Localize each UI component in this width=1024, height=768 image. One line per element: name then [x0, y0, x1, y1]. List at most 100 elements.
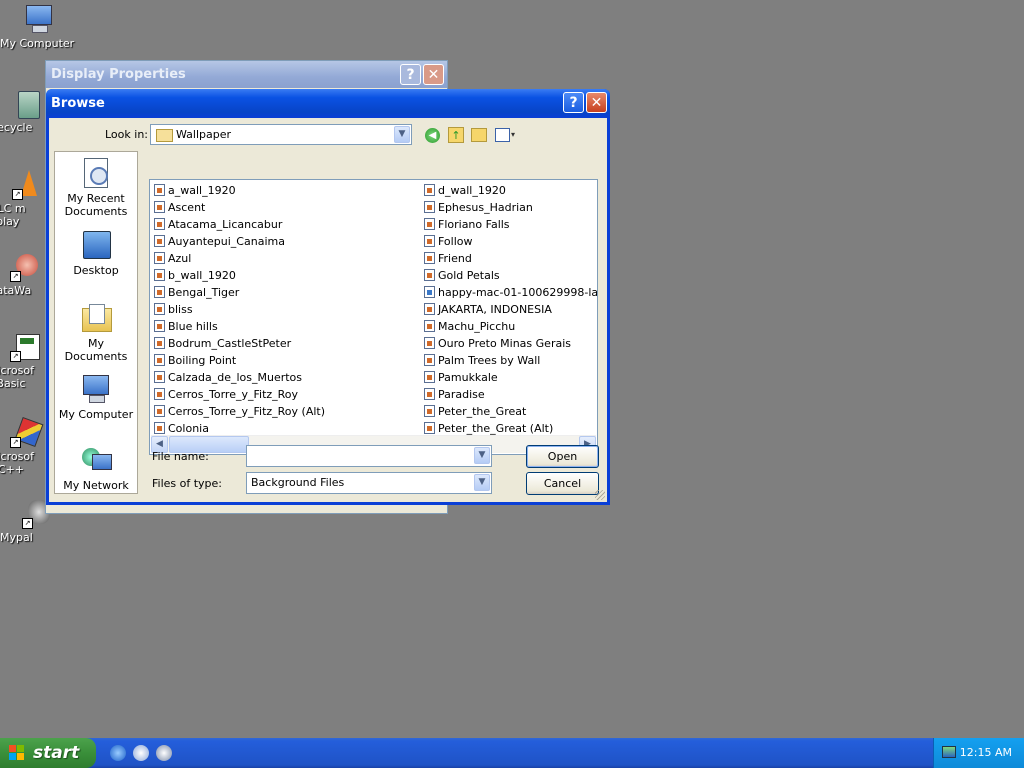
place-my-network[interactable]: My Network: [55, 444, 137, 492]
file-item[interactable]: Friend: [422, 250, 597, 267]
network-icon[interactable]: [942, 746, 956, 758]
browse-dialog: Browse ? ✕ Look in: Wallpaper ▼ ◀ ↑ ▾ My…: [46, 89, 610, 505]
vlc-cone-icon: ↗: [12, 168, 44, 200]
dialog-title: Browse: [51, 96, 105, 111]
image-file-icon: [424, 405, 435, 417]
open-button[interactable]: Open: [526, 445, 599, 468]
file-name-label: File name:: [152, 450, 209, 463]
file-item[interactable]: Bodrum_CastleStPeter: [152, 335, 422, 352]
file-item[interactable]: Cerros_Torre_y_Fitz_Roy (Alt): [152, 403, 422, 420]
my-documents-icon: [80, 302, 112, 334]
file-item[interactable]: Blue hills: [152, 318, 422, 335]
file-name: Friend: [438, 252, 472, 265]
file-item[interactable]: Cerros_Torre_y_Fitz_Roy: [152, 386, 422, 403]
place-desktop[interactable]: Desktop: [55, 229, 137, 277]
close-button[interactable]: ✕: [586, 92, 607, 113]
datawa-icon: ↗: [10, 250, 42, 282]
file-name: Cerros_Torre_y_Fitz_Roy: [168, 388, 299, 401]
help-button[interactable]: ?: [563, 92, 584, 113]
place-my-recent-documents[interactable]: My Recent Documents: [55, 157, 137, 218]
desktop-icon-label: VLC m play: [0, 202, 26, 228]
file-name: Bodrum_CastleStPeter: [168, 337, 292, 350]
image-file-icon: [424, 269, 435, 281]
file-item[interactable]: JAKARTA, INDONESIA: [422, 301, 597, 318]
chevron-down-icon[interactable]: ▼: [394, 126, 410, 143]
file-item[interactable]: d_wall_1920: [422, 182, 597, 199]
system-tray: 12:15 AM: [933, 738, 1024, 768]
image-file-icon: [154, 371, 165, 383]
file-item[interactable]: Gold Petals: [422, 267, 597, 284]
file-item[interactable]: Paradise: [422, 386, 597, 403]
new-folder-icon[interactable]: [471, 128, 487, 142]
back-icon[interactable]: ◀: [425, 128, 440, 143]
file-item[interactable]: bliss: [152, 301, 422, 318]
image-file-icon: [154, 269, 165, 281]
outlook-express-icon[interactable]: [133, 745, 149, 761]
chevron-down-icon[interactable]: ▼: [474, 447, 490, 464]
browse-titlebar[interactable]: Browse ? ✕: [46, 89, 610, 118]
windows-flag-icon: [9, 745, 25, 761]
desktop-icon: [80, 229, 112, 261]
internet-explorer-icon[interactable]: [110, 745, 126, 761]
image-file-icon: [154, 320, 165, 332]
file-item[interactable]: Ascent: [152, 199, 422, 216]
chevron-down-icon[interactable]: ▼: [474, 474, 490, 491]
place-my-documents[interactable]: My Documents: [55, 302, 137, 363]
file-name: Blue hills: [168, 320, 218, 333]
image-file-icon: [154, 201, 165, 213]
desktop-icon-label: DataWa: [0, 284, 32, 297]
recent-documents-icon: [80, 157, 112, 189]
file-type-dropdown[interactable]: Background Files ▼: [246, 472, 492, 494]
file-item[interactable]: happy-mac-01-100629998-large: [422, 284, 597, 301]
shortcut-arrow-icon: ↗: [10, 351, 21, 362]
cancel-button[interactable]: Cancel: [526, 472, 599, 495]
place-my-computer[interactable]: My Computer: [55, 373, 137, 421]
file-item[interactable]: Machu_Picchu: [422, 318, 597, 335]
file-item[interactable]: Follow: [422, 233, 597, 250]
file-item[interactable]: a_wall_1920: [152, 182, 422, 199]
image-file-icon: [424, 218, 435, 230]
up-folder-icon[interactable]: ↑: [448, 127, 464, 143]
file-item[interactable]: b_wall_1920: [152, 267, 422, 284]
file-item[interactable]: Bengal_Tiger: [152, 284, 422, 301]
image-file-icon: [154, 235, 165, 247]
file-name-field[interactable]: ▼: [246, 445, 492, 467]
close-button[interactable]: ✕: [423, 64, 444, 85]
clock[interactable]: 12:15 AM: [960, 746, 1012, 759]
start-button[interactable]: start: [0, 738, 96, 768]
file-name: Boiling Point: [168, 354, 237, 367]
file-name: Pamukkale: [438, 371, 498, 384]
start-label: start: [33, 743, 80, 763]
file-column-2: d_wall_1920 Ephesus_Hadrian Floriano Falls…: [422, 182, 597, 437]
desktop-icon-my-computer[interactable]: My Computer: [0, 3, 76, 50]
file-item[interactable]: Boiling Point: [152, 352, 422, 369]
window-title: Display Properties: [51, 67, 186, 82]
file-item[interactable]: Calzada_de_los_Muertos: [152, 369, 422, 386]
file-name: Colonia: [168, 422, 209, 435]
desktop-icon-label: Mypal: [0, 531, 33, 544]
desktop-icon-label: My Computer: [0, 37, 75, 50]
media-player-icon[interactable]: [156, 745, 172, 761]
file-item[interactable]: Azul: [152, 250, 422, 267]
file-item[interactable]: Atacama_Licancabur: [152, 216, 422, 233]
file-type-value: Background Files: [251, 476, 345, 489]
file-item[interactable]: Ouro Preto Minas Gerais: [422, 335, 597, 352]
display-properties-titlebar[interactable]: Display Properties ? ✕: [46, 61, 447, 88]
file-item[interactable]: Pamukkale: [422, 369, 597, 386]
file-item[interactable]: Ephesus_Hadrian: [422, 199, 597, 216]
file-name: Machu_Picchu: [438, 320, 516, 333]
file-item[interactable]: Floriano Falls: [422, 216, 597, 233]
place-label: My Documents: [64, 337, 128, 363]
look-in-dropdown[interactable]: Wallpaper ▼: [150, 124, 412, 145]
place-label: My Recent Documents: [64, 192, 128, 218]
views-menu-icon[interactable]: ▾: [495, 128, 517, 142]
image-file-icon: [424, 354, 435, 366]
resize-grip-icon[interactable]: [595, 490, 605, 500]
file-type-label: Files of type:: [152, 477, 223, 490]
help-button[interactable]: ?: [400, 64, 421, 85]
file-item[interactable]: Peter_the_Great: [422, 403, 597, 420]
browse-body: Look in: Wallpaper ▼ ◀ ↑ ▾ My Recent Doc…: [49, 118, 607, 502]
file-name: a_wall_1920: [168, 184, 236, 197]
file-item[interactable]: Auyantepui_Canaima: [152, 233, 422, 250]
file-item[interactable]: Palm Trees by Wall: [422, 352, 597, 369]
